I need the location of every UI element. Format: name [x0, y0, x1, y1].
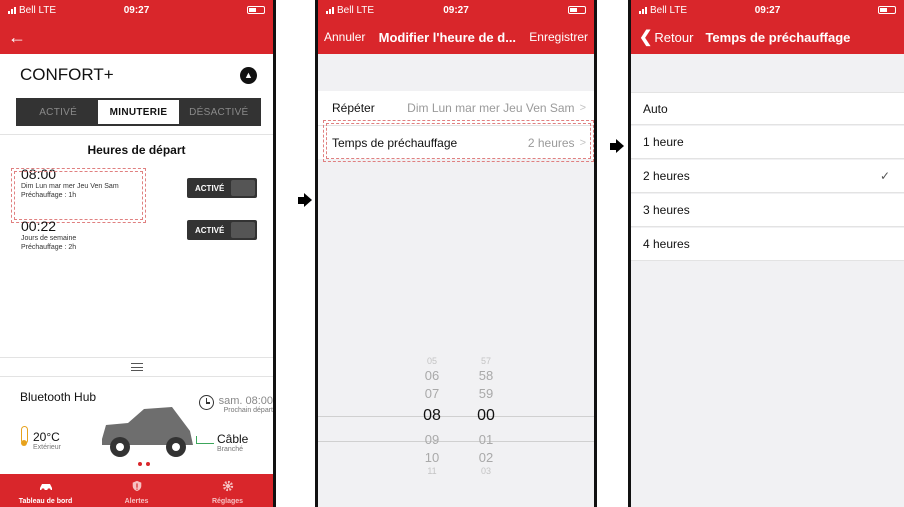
screen-dashboard: Bell LTE 09:27 ← CONFORT+ ▲ ACTIVÉ MINUT…: [0, 0, 276, 507]
checkmark-icon: ✓: [879, 169, 890, 183]
option-auto[interactable]: Auto: [631, 92, 904, 125]
highlight-box: [323, 120, 594, 162]
thermometer-icon: [21, 426, 28, 446]
departure-toggle[interactable]: ACTIVÉ: [187, 178, 257, 198]
status-bar: Bell LTE 09:27: [318, 0, 594, 20]
next-departure-label: Prochain départ: [223, 407, 273, 414]
shield-alert-icon: [132, 480, 141, 492]
picker-hours-column[interactable]: 05 06 07 08 09 10 11: [412, 356, 452, 476]
signal-icon: [639, 6, 647, 14]
nav-bar: Annuler Modifier l'heure de d... Enregis…: [318, 20, 594, 54]
carrier-label: Bell LTE: [650, 4, 688, 16]
outside-temp-label: Extérieur: [33, 444, 62, 451]
flow-arrow-icon: [610, 139, 624, 153]
tab-settings-label: Réglages: [211, 498, 244, 505]
nav-bar: ❮ Retour Temps de préchauffage: [631, 20, 904, 54]
status-bar: Bell LTE 09:27: [0, 0, 273, 20]
drawer-handle[interactable]: [0, 357, 273, 377]
option-2h[interactable]: 2 heures ✓: [631, 160, 904, 193]
departure-preheat: Préchauffage : 2h: [21, 244, 77, 251]
tab-dashboard-label: Tableau de bord: [18, 498, 73, 505]
option-4h[interactable]: 4 heures: [631, 228, 904, 261]
nav-title: Modifier l'heure de d...: [378, 29, 517, 45]
carrier-label: Bell LTE: [19, 4, 57, 16]
menu-icon: [130, 363, 143, 371]
save-button[interactable]: Enregistrer: [529, 30, 588, 44]
departure-toggle[interactable]: ACTIVÉ: [187, 220, 257, 240]
picker-selection-band: [318, 416, 594, 442]
signal-icon: [8, 6, 16, 14]
cable-status-label: Branché: [217, 446, 244, 453]
outside-temp: 20°C: [33, 430, 60, 444]
screen-preheat-time: Bell LTE 09:27 ❮ Retour Temps de préchauf…: [628, 0, 904, 507]
carrier-label: Bell LTE: [337, 4, 375, 16]
cable-status: Câble: [217, 432, 249, 446]
profile-header: CONFORT+ ▲: [0, 54, 273, 96]
cancel-button[interactable]: Annuler: [324, 30, 365, 44]
screen-edit-departure: Bell LTE 09:27 Annuler Modifier l'heure …: [315, 0, 597, 507]
selected-minute: 00: [477, 407, 495, 424]
next-departure: sam. 08:00 Prochain départ: [211, 395, 273, 414]
tab-bar: Tableau de bord Alertes Réglages: [0, 474, 273, 507]
chevron-right-icon: >: [579, 102, 586, 114]
option-3h[interactable]: 3 heures: [631, 194, 904, 227]
page-dots: [138, 462, 150, 466]
picker-minutes-column[interactable]: 57 58 59 00 01 02 03: [466, 356, 506, 476]
selected-hour: 08: [423, 407, 441, 424]
chevron-left-icon: ❮: [639, 29, 653, 46]
tab-dashboard[interactable]: Tableau de bord: [0, 474, 91, 507]
hub-panel: Bluetooth Hub sam. 08:00 Prochain départ…: [0, 378, 273, 474]
signal-icon: [326, 6, 334, 14]
repeat-label: Répéter: [332, 101, 375, 115]
nav-bar: ←: [0, 20, 273, 54]
profile-title: CONFORT+: [20, 65, 114, 84]
cable-plug-icon: [196, 436, 214, 444]
status-bar: Bell LTE 09:27: [631, 0, 904, 20]
battery-icon: [247, 6, 265, 14]
car-tab-icon: [39, 484, 52, 492]
departure-item[interactable]: 00:22 Jours de semaine Préchauffage : 2h…: [0, 215, 273, 267]
gear-icon: [222, 480, 233, 492]
hub-title: Bluetooth Hub: [20, 390, 97, 404]
back-arrow-icon[interactable]: ←: [8, 28, 26, 46]
repeat-value: Dim Lun mar mer Jeu Ven Sam: [407, 101, 575, 115]
departures-title: Heures de départ: [87, 143, 186, 157]
tab-alerts-label: Alertes: [124, 498, 149, 505]
battery-icon: [568, 6, 586, 14]
nav-title: Temps de préchauffage: [705, 29, 851, 45]
tab-alerts[interactable]: Alertes: [91, 474, 182, 507]
segment-active[interactable]: ACTIVÉ: [18, 100, 98, 124]
segment-disabled[interactable]: DÉSACTIVÉ: [179, 100, 259, 124]
collapse-chevron-up-icon[interactable]: ▲: [240, 66, 257, 84]
back-label: Retour: [654, 29, 694, 45]
flow-arrow-icon: [298, 193, 312, 207]
mode-segmented-control: ACTIVÉ MINUTERIE DÉSACTIVÉ: [16, 98, 261, 126]
time-picker[interactable]: 05 06 07 08 09 10 11 57 58 59 00 01 02 0…: [318, 356, 594, 497]
segment-timer[interactable]: MINUTERIE: [98, 100, 179, 124]
car-icon: [102, 407, 193, 457]
back-button[interactable]: ❮ Retour: [639, 27, 693, 47]
option-1h[interactable]: 1 heure: [631, 126, 904, 159]
next-departure-time: sam. 08:00: [218, 395, 273, 407]
battery-icon: [878, 6, 896, 14]
tab-settings[interactable]: Réglages: [182, 474, 273, 507]
